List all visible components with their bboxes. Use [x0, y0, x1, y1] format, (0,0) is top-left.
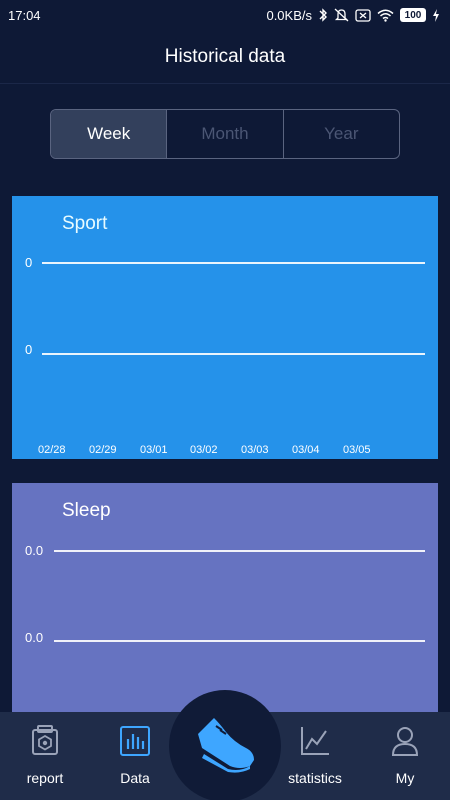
sport-x-label: 03/05: [343, 444, 371, 456]
sim-icon: [355, 8, 371, 22]
bar-chart-icon: [118, 724, 152, 758]
shoe-icon: [190, 714, 260, 779]
status-bar: 17:04 0.0KB/s 100: [0, 0, 450, 30]
sport-y-label-top: 0: [25, 255, 33, 270]
page-title: Historical data: [164, 45, 286, 67]
tab-year[interactable]: Year: [282, 110, 399, 158]
nav-my[interactable]: My: [360, 712, 450, 800]
sport-grid-line-bottom: [42, 353, 425, 355]
tab-month[interactable]: Month: [166, 110, 282, 158]
sport-x-label: 02/29: [89, 444, 117, 456]
sport-y-label-bottom: 0: [25, 342, 33, 357]
bluetooth-icon: [318, 8, 328, 22]
line-chart-icon: [298, 724, 332, 758]
sport-x-label: 03/04: [292, 444, 320, 456]
wifi-icon: [377, 9, 394, 22]
mute-icon: [334, 8, 349, 22]
sport-x-label: 02/28: [38, 444, 66, 456]
nav-my-label: My: [395, 770, 415, 786]
tab-week[interactable]: Week: [51, 110, 167, 158]
battery-icon: 100: [400, 8, 426, 22]
sleep-chart-title: Sleep: [62, 500, 111, 521]
period-selector: Week Month Year: [50, 109, 400, 159]
nav-statistics-label: statistics: [288, 770, 342, 786]
sport-x-label: 03/02: [190, 444, 218, 456]
nav-report-label: report: [26, 770, 64, 786]
sport-x-axis: 02/28 02/29 03/01 03/02 03/03 03/04 03/0…: [12, 444, 438, 458]
sleep-grid-line-bottom: [54, 640, 425, 642]
nav-data-label: Data: [120, 770, 150, 786]
status-time: 17:04: [8, 7, 41, 23]
sleep-grid-line-top: [54, 550, 425, 552]
network-speed: 0.0KB/s: [266, 7, 312, 23]
sleep-y-label-bottom: 0.0: [25, 630, 44, 645]
sport-chart-title: Sport: [62, 213, 108, 234]
nav-data[interactable]: Data: [90, 712, 180, 800]
nav-statistics[interactable]: statistics: [270, 712, 360, 800]
sport-grid-line-top: [42, 262, 425, 264]
page-header: Historical data: [0, 30, 450, 84]
sport-x-label: 03/01: [140, 444, 168, 456]
sleep-chart-card[interactable]: Sleep 0.0 0.0: [12, 483, 438, 723]
nav-report[interactable]: report: [0, 712, 90, 800]
charging-icon: [432, 8, 440, 22]
status-icons: 0.0KB/s 100: [266, 8, 440, 23]
report-icon: [28, 724, 62, 758]
sport-x-label: 03/03: [241, 444, 269, 456]
sleep-y-label-top: 0.0: [25, 543, 44, 558]
person-icon: [388, 724, 422, 758]
sport-chart-card[interactable]: Sport 0 0 02/28 02/29 03/01 03/02 03/03 …: [12, 196, 438, 459]
start-sport-button[interactable]: [169, 690, 281, 800]
